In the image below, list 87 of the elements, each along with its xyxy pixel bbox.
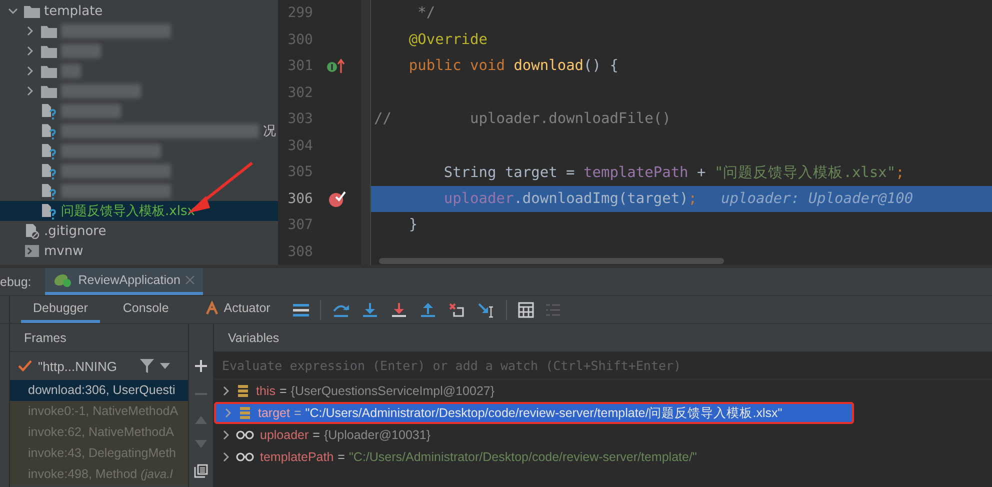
chevron-icon[interactable] — [25, 66, 35, 76]
variable-text: this = {UserQuestionsServiceImpl@10027} — [256, 384, 495, 398]
panel-title: ebug: — [0, 274, 32, 291]
code-line: public void download() { — [408, 58, 618, 74]
pane-title: Variables — [214, 324, 992, 352]
redacted-label — [61, 44, 101, 58]
tree-row[interactable]: .gitignore — [0, 221, 278, 241]
unknown-file-icon — [41, 102, 57, 120]
line-number: 304 — [286, 138, 313, 154]
code-line: @Override — [408, 32, 488, 48]
terminal-file-icon — [24, 244, 40, 258]
line-number: 303 — [286, 111, 313, 128]
list-icon[interactable] — [293, 302, 310, 316]
variable-row[interactable]: this = {UserQuestionsServiceImpl@10027} — [214, 380, 992, 402]
file-name-fragment: 况 — [263, 123, 277, 140]
folder-icon — [41, 44, 57, 58]
expand-icon[interactable] — [222, 430, 230, 440]
dropdown-caret-icon[interactable] — [160, 363, 170, 369]
line-number: 299 — [286, 5, 313, 22]
unknown-file-icon — [41, 162, 57, 180]
force-step-into-icon[interactable] — [390, 302, 408, 318]
inline-value-hint: uploader: Uploader@100 — [721, 190, 914, 207]
line-number: 306 — [286, 190, 313, 207]
calculator-icon[interactable] — [518, 302, 534, 318]
line-number: 307 — [286, 217, 313, 234]
expand-icon[interactable] — [222, 452, 230, 462]
session-tab[interactable]: ReviewApplication — [45, 268, 204, 295]
line-number: 308 — [286, 244, 313, 260]
line-number: 300 — [286, 32, 313, 48]
copy-icon[interactable] — [194, 464, 208, 478]
tree-row[interactable]: 况 — [0, 121, 278, 141]
pane-title: Frames — [10, 324, 188, 352]
check-icon — [18, 360, 32, 372]
field-icon — [236, 385, 250, 397]
folder-icon — [24, 4, 40, 18]
file-name: mvnw — [44, 244, 84, 258]
file-name: .gitignore — [44, 224, 106, 238]
line-number: 302 — [286, 84, 313, 101]
code-line: */ — [416, 5, 436, 22]
filter-icon[interactable] — [140, 359, 154, 373]
variable-text: uploader = {Uploader@10031} — [260, 428, 430, 442]
folder-icon — [41, 24, 57, 38]
stack-frame[interactable]: download:306, UserQuesti — [10, 380, 188, 401]
unknown-file-icon — [41, 142, 57, 160]
chevron-icon[interactable] — [25, 86, 35, 96]
redacted-label — [61, 64, 81, 78]
step-into-icon[interactable] — [361, 302, 380, 318]
chevron-icon[interactable] — [25, 46, 35, 56]
step-out-icon[interactable] — [419, 302, 438, 318]
file-name: template — [44, 4, 103, 18]
bug-icon — [53, 272, 74, 288]
thread-selector[interactable]: "http...NNING — [38, 358, 134, 374]
glasses-icon — [236, 430, 254, 440]
unknown-file-icon — [41, 202, 57, 220]
debug-tab[interactable]: Actuator — [192, 296, 282, 323]
run-to-cursor-icon[interactable] — [477, 302, 496, 318]
actuator-icon — [204, 300, 220, 316]
variable-text: templatePath = "C:/Users/Administrator/Desktop/code/review-server/template/" — [260, 450, 697, 464]
redacted-label — [61, 104, 121, 118]
variable-row[interactable]: uploader = {Uploader@10031} — [214, 424, 992, 446]
code-line: uploader.downloadImg(target); — [442, 190, 698, 207]
expand-icon[interactable] — [222, 386, 230, 396]
breakpoint-icon[interactable] — [328, 190, 346, 208]
debug-tab[interactable]: Console — [110, 296, 181, 323]
add-icon[interactable] — [195, 360, 207, 372]
tree-row[interactable]: template — [0, 1, 278, 21]
tree-row[interactable]: mvnw — [0, 241, 278, 261]
folder-icon — [41, 64, 57, 78]
code-line: } — [408, 217, 418, 234]
drop-frame-icon[interactable] — [448, 302, 466, 318]
variable-text: target = "C:/Users/Administrator/Desktop/code/review-server/template/问题反馈导入模板.xlsx" — [258, 404, 782, 422]
variable-row[interactable]: target = "C:/Users/Administrator/Desktop/code/review-server/template/问题反馈导入模板.xlsx" — [214, 402, 854, 424]
scrollbar[interactable] — [379, 258, 724, 264]
folder-icon — [41, 84, 57, 98]
chevron-icon[interactable] — [8, 6, 18, 16]
variable-row[interactable]: templatePath = "C:/Users/Administrator/Desktop/code/review-server/template/" — [214, 446, 992, 468]
line-number: 305 — [286, 164, 313, 180]
chevron-icon[interactable] — [25, 26, 35, 36]
unknown-file-icon — [40, 122, 57, 140]
debug-tab[interactable]: Debugger — [21, 296, 100, 323]
code-line: String target = templatePath + "问题反馈导入模板.xlsx"; — [442, 164, 904, 182]
file-icon — [24, 223, 40, 239]
field-icon — [238, 407, 252, 419]
line-number: 301 — [286, 58, 313, 74]
code-line: // uploader.downloadFile() — [374, 111, 671, 128]
unknown-file-icon — [41, 182, 57, 200]
glasses-icon — [236, 452, 254, 462]
